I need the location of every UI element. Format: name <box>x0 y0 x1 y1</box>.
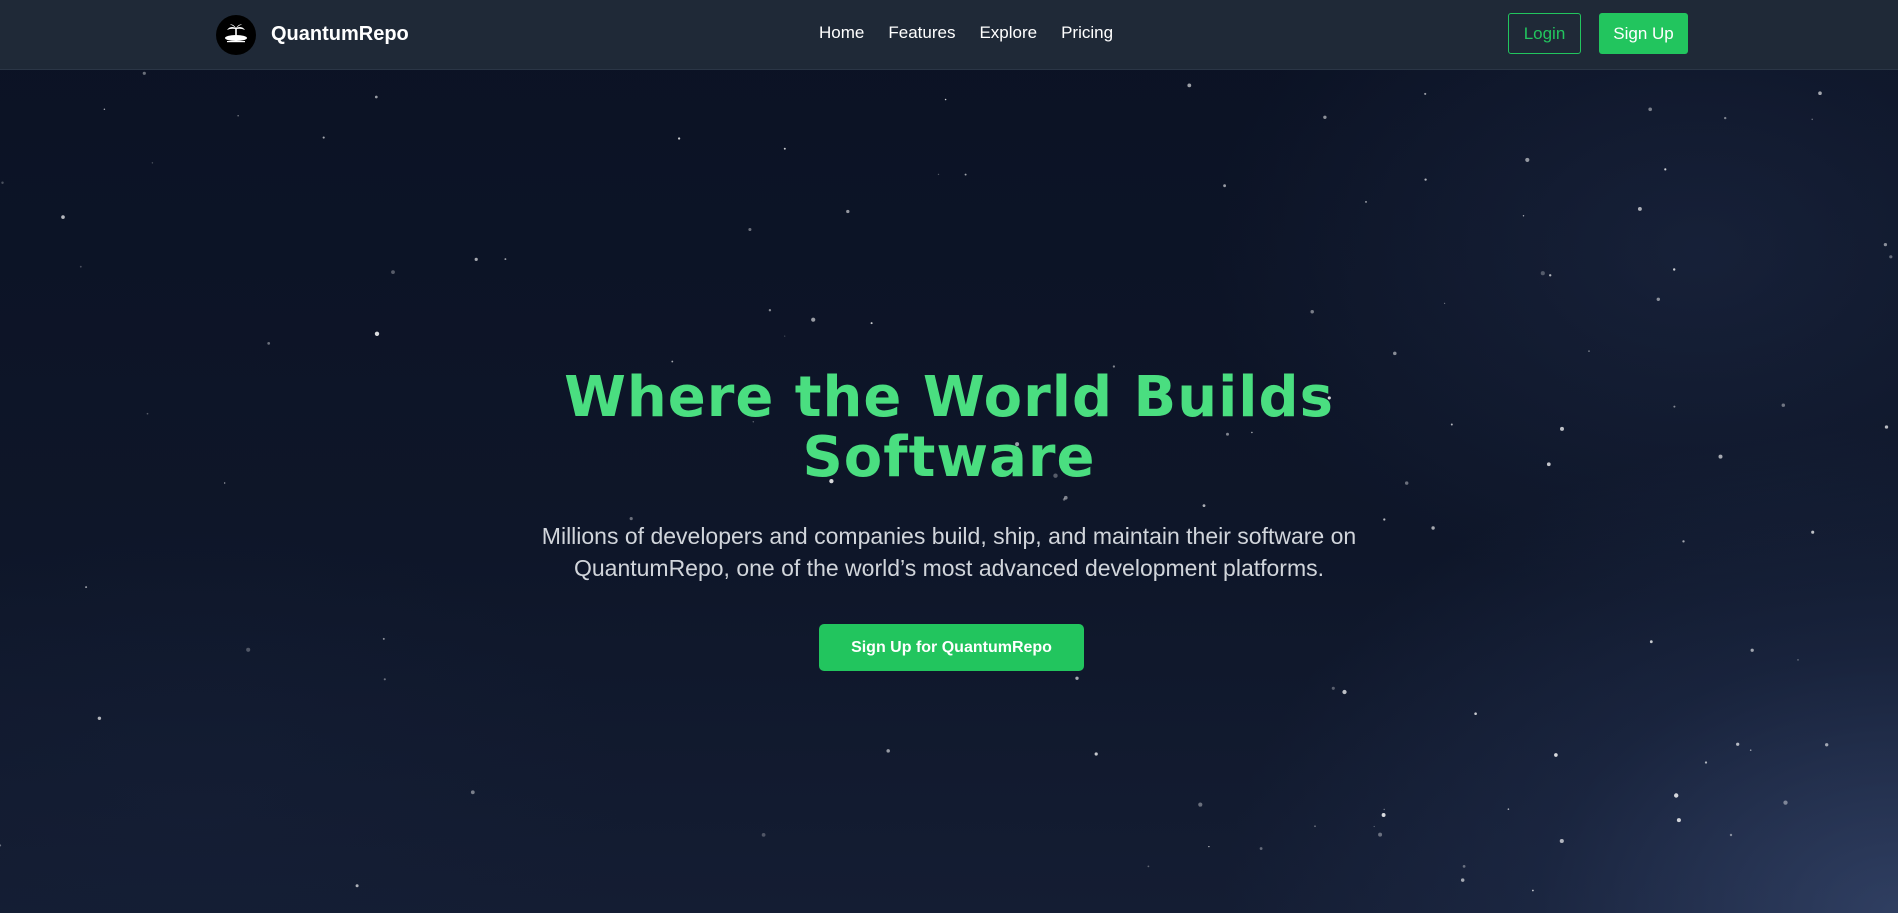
brand-name[interactable]: QuantumRepo <box>271 22 409 46</box>
signup-button[interactable]: Sign Up <box>1599 13 1688 54</box>
login-button[interactable]: Login <box>1508 13 1581 54</box>
nav-link-features[interactable]: Features <box>888 23 955 43</box>
main-nav: Home Features Explore Pricing <box>819 23 1113 43</box>
island-palm-icon[interactable] <box>216 15 256 55</box>
hero-title: Where the World Builds Software <box>564 365 1334 490</box>
nav-link-pricing[interactable]: Pricing <box>1061 23 1113 43</box>
navbar: QuantumRepo Home Features Explore Pricin… <box>0 0 1898 70</box>
hero-signup-button[interactable]: Sign Up for QuantumRepo <box>819 624 1084 671</box>
nav-link-explore[interactable]: Explore <box>979 23 1037 43</box>
hero-subtitle: Millions of developers and companies bui… <box>541 523 1357 581</box>
landing-page: QuantumRepo Home Features Explore Pricin… <box>0 0 1898 913</box>
nav-link-home[interactable]: Home <box>819 23 864 43</box>
